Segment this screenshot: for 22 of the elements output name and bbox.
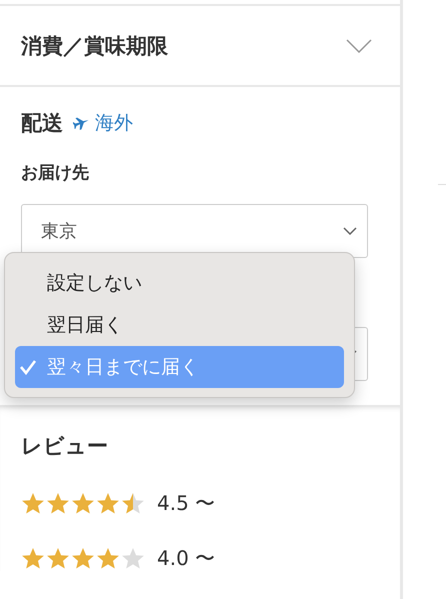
menu-option[interactable]: 翌日届く: [15, 304, 344, 346]
star-icon: [21, 546, 45, 570]
star-icon: [121, 546, 145, 570]
field-label: お届け先: [21, 162, 90, 184]
star-icon: [96, 492, 120, 514]
section-title: レビュー: [21, 433, 109, 460]
star-icon: [96, 546, 120, 570]
overseas-link[interactable]: 海外: [73, 110, 133, 136]
section-title: 消費／賞味期限: [21, 32, 168, 60]
star-icon: [46, 546, 70, 570]
menu-option[interactable]: 設定しない: [15, 262, 344, 304]
star-icon: [46, 492, 70, 514]
star-icon: [71, 546, 95, 570]
rating-filter-link[interactable]: 4.0 〜: [157, 544, 216, 572]
checkmark-icon: [19, 359, 37, 375]
rating-filter-link[interactable]: 4.5 〜: [157, 490, 216, 516]
chevron-icon: [343, 227, 357, 235]
section-title: 配送: [21, 110, 63, 137]
accordion-header[interactable]: 消費／賞味期限: [0, 6, 400, 85]
star-icon: [21, 492, 45, 514]
star-icon: [121, 492, 145, 514]
star-icon: [71, 492, 95, 514]
